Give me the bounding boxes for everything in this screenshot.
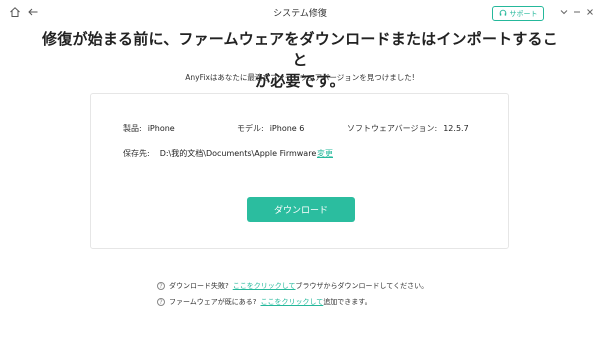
version-value: 12.5.7 (443, 124, 469, 133)
help-download-failed: ? ダウンロード失敗? ここをクリックして ブラウザからダウンロードしてください… (157, 281, 428, 291)
product-value: iPhone (147, 124, 175, 133)
support-label: サポート (509, 9, 538, 18)
question-circle-icon: ? (157, 282, 165, 290)
help-line1-suffix: ブラウザからダウンロードしてください。 (295, 282, 429, 290)
model-info: モデル: iPhone 6 (237, 123, 304, 134)
help-line2-suffix: 追加できます。 (323, 298, 372, 306)
browser-download-link[interactable]: ここをクリックして (233, 281, 296, 291)
product-info: 製品: iPhone (123, 123, 175, 134)
question-circle-icon: ? (157, 298, 165, 306)
change-path-link[interactable]: 変更 (317, 148, 333, 159)
model-value: iPhone 6 (269, 124, 305, 133)
close-icon[interactable] (581, 3, 599, 21)
import-firmware-link[interactable]: ここをクリックして (261, 297, 324, 307)
title-bar: システム修復 サポート (0, 0, 600, 24)
product-label: 製品: (123, 124, 142, 133)
save-path: D:\我的文档\Documents\Apple Firmware (159, 149, 317, 158)
help-line1-prefix: ダウンロード失敗? (169, 282, 229, 290)
help-line2-prefix: ファームウェアが既にある? (169, 298, 257, 306)
save-label: 保存先: (123, 149, 150, 158)
support-button[interactable]: サポート (492, 6, 544, 21)
firmware-card: 製品: iPhone モデル: iPhone 6 ソフトウェアバージョン: 12.5.… (90, 93, 509, 249)
model-label: モデル: (237, 124, 264, 133)
page-subtitle: AnyFixはあなたに最適なファームウェアバージョンを見つけました! (185, 73, 415, 82)
download-button[interactable]: ダウンロード (247, 197, 355, 222)
version-label: ソフトウェアバージョン: (347, 124, 438, 133)
heading-line-1: 修復が始まる前に、ファームウェアをダウンロードまたはインポートすること (42, 30, 558, 69)
help-import-firmware: ? ファームウェアが既にある? ここをクリックして 追加できます。 (157, 297, 372, 307)
headset-icon (499, 9, 507, 19)
version-info: ソフトウェアバージョン: 12.5.7 (347, 123, 469, 134)
save-location-info: 保存先: D:\我的文档\Documents\Apple Firmware (123, 148, 316, 159)
